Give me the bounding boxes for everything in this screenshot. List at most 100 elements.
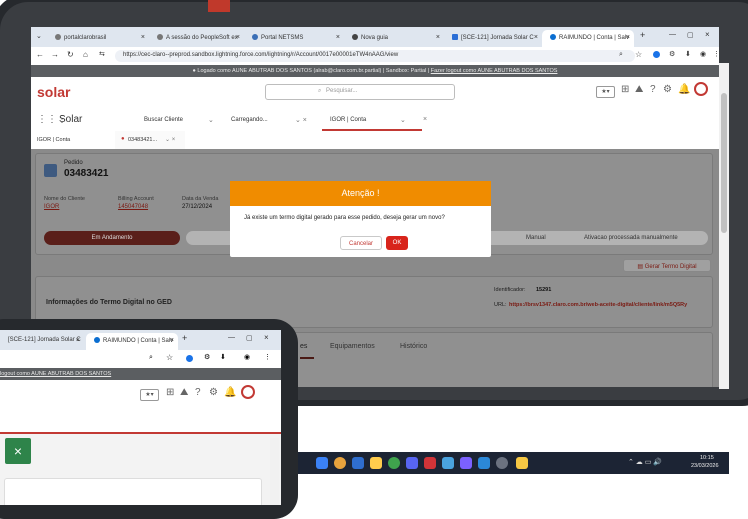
logout-link[interactable]: Fazer logout como AUNE ABUTRAB DOS SANTO… [431,68,558,74]
tab-equipamentos[interactable]: Equipamentos [330,343,375,350]
tray-icons[interactable]: ⌃ ☁ ▭ 🔊 [628,458,662,466]
bookmark-star-icon[interactable]: ☆ [166,353,173,362]
new-tab-button[interactable]: + [640,30,645,40]
scrollbar-thumb[interactable] [721,93,727,233]
minimize-icon[interactable]: — [228,334,235,341]
app-icon[interactable] [406,457,418,469]
close-icon[interactable]: × [236,34,240,41]
app-icon[interactable] [352,457,364,469]
app-icon[interactable] [496,457,508,469]
chevron-down-icon[interactable]: ⌄ [400,116,406,124]
close-icon[interactable]: × [534,34,538,41]
trailhead-icon[interactable]: ⛰ [635,84,643,95]
app-icon[interactable] [460,457,472,469]
close-icon[interactable]: × [170,337,174,344]
notifications-bell-icon[interactable]: 🔔 [224,387,236,398]
restore-icon[interactable]: ▢ [687,31,694,39]
app-icon[interactable] [516,457,528,469]
profile-icon[interactable]: ◉ [700,50,706,58]
nav-item-igor-conta[interactable]: IGOR | Conta ⌄ [322,109,422,131]
tab-fragment[interactable]: es [300,343,314,359]
chevron-down-icon[interactable]: ⌄ × [295,116,307,124]
app-icon[interactable] [442,457,454,469]
app-icon[interactable] [316,457,328,469]
toast-close-button[interactable]: × [5,438,31,464]
browser-tab-active[interactable]: RAIMUNDO | Conta | Salv × [86,333,178,350]
browser-tab-active[interactable]: RAIMUNDO | Conta | Salv × [542,30,634,47]
close-icon[interactable]: × [141,34,145,41]
termo-url-link[interactable]: https://brsv1347.claro.com.br/web-aceite… [509,302,687,308]
app-icon[interactable] [388,457,400,469]
browser-tab[interactable]: [SCE-121] Jornada Solar C × [444,30,542,47]
zoom-icon[interactable]: ⌕ [149,354,153,362]
path-stage[interactable]: Ativacao processada manualmente [584,235,678,241]
profile-icon[interactable]: ◉ [244,353,250,361]
browser-tab[interactable]: portalclarobrasil × [47,30,149,47]
clock-date[interactable]: 23/03/2026 [691,463,719,469]
page-scrollbar[interactable] [719,63,729,389]
extensions-puzzle-icon[interactable]: ⚙ [204,353,210,361]
extensions-puzzle-icon[interactable]: ⚙ [669,50,675,58]
global-search-input[interactable]: ⌕ Pesquisar... [265,84,455,100]
solar-logo[interactable]: solar [37,84,70,100]
help-icon[interactable]: ? [195,387,201,398]
help-icon[interactable]: ? [650,84,656,95]
customer-name-link[interactable]: IGOR [44,204,59,210]
favorites-icon[interactable]: ★▾ [596,86,615,98]
app-icon[interactable] [478,457,490,469]
new-tab-button[interactable]: + [182,333,187,343]
setup-gear-icon[interactable]: ⚙ [209,387,218,398]
browser-tab[interactable]: [SCE-121] Jornada Solar C × [0,333,84,350]
reload-icon[interactable]: ↻ [67,50,74,59]
add-icon[interactable]: ⊞ [166,387,174,398]
subtab-igor-conta[interactable]: IGOR | Conta [37,137,70,143]
downloads-icon[interactable]: ⬇ [220,353,226,361]
page-scrollbar[interactable] [270,438,279,505]
clock-time[interactable]: 10:15 [700,455,714,461]
notifications-bell-icon[interactable]: 🔔 [678,84,690,95]
setup-gear-icon[interactable]: ⚙ [663,84,672,95]
path-stage[interactable]: Manual [526,235,546,241]
nav-item-loading[interactable]: Carregando... [231,117,268,123]
browser-tab[interactable]: A sessão do PeopleSoft ex × [149,30,244,47]
zoom-icon[interactable]: ⌕ [619,51,623,59]
billing-account-link[interactable]: 145047048 [118,204,148,210]
avatar[interactable] [694,82,708,96]
nav-item-buscar-cliente[interactable]: Buscar Cliente [144,117,183,123]
browser-tab[interactable]: Nova guia × [344,30,444,47]
tab-historico[interactable]: Histórico [400,343,427,350]
tab-menu-icon[interactable]: ⌄ [36,32,42,40]
downloads-icon[interactable]: ⬇ [685,50,691,58]
browser-menu-icon[interactable]: ⋮ [713,50,719,58]
subtab-order[interactable]: ● 03483421... ⌄ × [115,131,185,149]
forward-icon[interactable]: → [51,50,59,59]
bookmark-star-icon[interactable]: ☆ [635,50,642,59]
app-icon[interactable] [424,457,436,469]
extension-icon[interactable] [186,355,193,362]
back-icon[interactable]: ← [36,50,44,59]
close-icon[interactable]: × [436,34,440,41]
url-input[interactable]: https://cec-claro--preprod.sandbox.light… [115,50,635,62]
close-icon[interactable]: × [336,34,340,41]
browser-tab[interactable]: Portal NETSMS × [244,30,344,47]
site-info-icon[interactable]: ⇆ [99,50,105,58]
chevron-down-icon[interactable]: ⌄ [208,116,214,124]
close-icon[interactable]: × [626,34,630,41]
cancel-button[interactable]: Cancelar [340,236,382,250]
close-icon[interactable]: × [76,337,80,344]
extension-icon[interactable] [653,51,660,58]
favorites-icon[interactable]: ★▾ [140,389,159,401]
restore-icon[interactable]: ▢ [246,334,253,342]
browser-menu-icon[interactable]: ⋮ [264,353,271,361]
chrome-icon[interactable] [334,457,346,469]
home-icon[interactable]: ⌂ [83,50,88,59]
trailhead-icon[interactable]: ⛰ [180,387,188,398]
add-icon[interactable]: ⊞ [621,84,629,95]
chevron-down-icon[interactable]: ⌄ × [165,136,175,143]
logout-link[interactable]: logout como AUNE ABUTRAB DOS SANTOS [0,371,111,377]
window-close-icon[interactable]: × [264,333,269,342]
gerar-termo-digital-button[interactable]: ▤ Gerar Termo Digital [623,259,711,272]
close-icon[interactable]: × [423,116,427,123]
minimize-icon[interactable]: — [669,31,676,38]
avatar[interactable] [241,385,255,399]
